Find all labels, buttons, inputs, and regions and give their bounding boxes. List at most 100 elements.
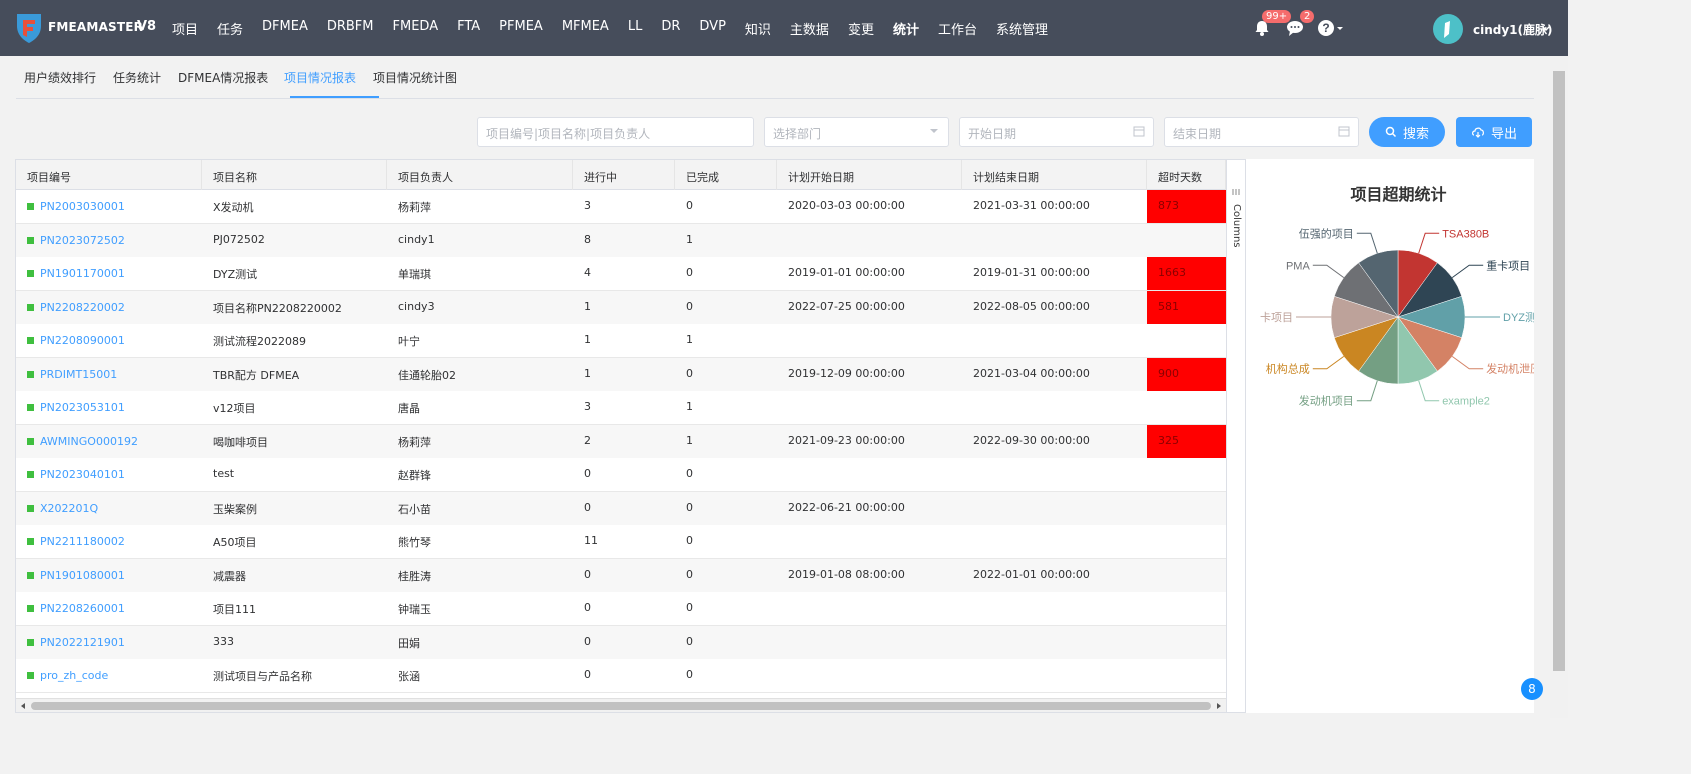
- nav-item[interactable]: 系统管理: [996, 19, 1048, 38]
- status-square-icon: [27, 270, 34, 277]
- column-header[interactable]: 项目名称: [202, 160, 387, 190]
- search-button[interactable]: 搜索: [1369, 117, 1445, 147]
- project-code-link[interactable]: PN2023040101: [16, 458, 202, 491]
- nav-item[interactable]: 任务: [217, 19, 243, 38]
- table-row[interactable]: PRDIMT15001 TBR配方 DFMEA 佳通轮胎02 1 0 2019-12-09…: [16, 357, 1226, 392]
- project-code-link[interactable]: PN2208090001: [16, 324, 202, 357]
- column-header[interactable]: 项目负责人: [387, 160, 573, 190]
- nav-item[interactable]: DR: [661, 19, 680, 38]
- chevron-down-icon[interactable]: [1335, 19, 1345, 37]
- columns-toggle-label[interactable]: Columns: [1231, 204, 1242, 248]
- department-select[interactable]: 选择部门: [764, 117, 949, 147]
- vertical-scrollbar[interactable]: [1550, 56, 1568, 718]
- tab-project-report[interactable]: 项目情况报表: [284, 69, 356, 86]
- tab-project-chart[interactable]: 项目情况统计图: [373, 69, 457, 86]
- project-code-link[interactable]: PN2023053101: [16, 391, 202, 424]
- scroll-right-icon[interactable]: [1215, 702, 1223, 710]
- pie-label-line: [1451, 264, 1484, 279]
- column-header[interactable]: 项目编号: [16, 160, 202, 190]
- nav-item[interactable]: 主数据: [790, 19, 829, 38]
- table-cell: 唐晶: [398, 402, 420, 415]
- status-square-icon: [27, 303, 34, 311]
- table-cell: 900: [1147, 357, 1226, 391]
- table-cell: 2022-09-30 00:00:00: [973, 433, 1090, 447]
- tab-dfmea-report[interactable]: DFMEA情况报表: [178, 69, 268, 86]
- nav-item[interactable]: FMEDA: [393, 19, 439, 38]
- status-square-icon: [27, 203, 34, 210]
- chat-icon[interactable]: [1286, 19, 1304, 37]
- table-row[interactable]: PN2003030001 X发动机 杨莉萍 3 0 2020-03-03 00:00:00…: [16, 190, 1226, 224]
- pie-label: TSA380B: [1442, 228, 1489, 240]
- column-header[interactable]: 进行中: [573, 160, 675, 190]
- table-row[interactable]: PN1901170001 DYZ测试 单瑞琪 4 0 2019-01-01 00:00:0…: [16, 257, 1226, 291]
- calendar-icon: [1338, 126, 1350, 137]
- end-date-picker[interactable]: 结束日期: [1164, 117, 1359, 147]
- column-header[interactable]: 计划结束日期: [962, 160, 1147, 190]
- column-header[interactable]: 计划开始日期: [777, 160, 962, 190]
- table-row[interactable]: PN2022121901 333 田娟 0 0: [16, 625, 1226, 660]
- project-code-link[interactable]: PN2208260001: [16, 592, 202, 625]
- project-code-link[interactable]: pro_zh_code: [16, 659, 202, 692]
- project-code-link[interactable]: PN1901170001: [16, 257, 202, 290]
- project-code-link[interactable]: PN2208220002: [16, 291, 202, 324]
- table-row[interactable]: PN1901080001 减震器 桂胜涛 0 0 2019-01-08 08:00:00 2…: [16, 558, 1226, 593]
- help-icon[interactable]: ?: [1317, 19, 1335, 37]
- table-cell: 测试项目与产品名称: [213, 670, 312, 683]
- table-cell: 测试流程2022089: [213, 335, 306, 348]
- project-code-link[interactable]: PN2023072502: [16, 224, 202, 257]
- nav-item[interactable]: DFMEA: [262, 19, 308, 38]
- tab-user-performance[interactable]: 用户绩效排行: [24, 69, 96, 86]
- table-row[interactable]: PN2208220002 项目名称PN2208220002 cindy3 1 0 2022…: [16, 290, 1226, 325]
- project-code-link[interactable]: PN1901080001: [16, 559, 202, 592]
- project-code-link[interactable]: PRDIMT15001: [16, 358, 202, 391]
- column-header[interactable]: 超时天数: [1147, 160, 1226, 190]
- table-cell: [962, 391, 1147, 424]
- pie-label: 卡项目: [1260, 311, 1293, 324]
- project-code-link[interactable]: X202201Q: [16, 492, 202, 525]
- nav-item[interactable]: MFMEA: [562, 19, 609, 38]
- nav-item[interactable]: DVP: [699, 19, 726, 38]
- column-header[interactable]: 已完成: [675, 160, 777, 190]
- nav-item[interactable]: 项目: [172, 19, 198, 38]
- table-row[interactable]: PN2211180002 A50项目 熊竹琴 11 0: [16, 525, 1226, 559]
- project-code-link[interactable]: PN2211180002: [16, 525, 202, 558]
- floating-count-badge[interactable]: 8: [1521, 678, 1543, 700]
- table-cell: [777, 458, 962, 491]
- nav-item[interactable]: 统计: [893, 19, 919, 38]
- start-date-picker[interactable]: 开始日期: [959, 117, 1154, 147]
- nav-item[interactable]: 知识: [745, 19, 771, 38]
- nav-item[interactable]: LL: [628, 19, 643, 38]
- project-code-link[interactable]: PN2003030001: [16, 190, 202, 223]
- scroll-left-icon[interactable]: [19, 702, 27, 710]
- keyword-search-input[interactable]: 项目编号|项目名称|项目负责人: [477, 117, 754, 147]
- table-row[interactable]: pro_zh_code 测试项目与产品名称 张涵 0 0: [16, 659, 1226, 693]
- table-row[interactable]: X202201Q 玉柴案例 石小苗 0 0 2022-06-21 00:00:00: [16, 491, 1226, 526]
- vertical-scroll-thumb[interactable]: [1553, 71, 1565, 671]
- nav-item[interactable]: 变更: [848, 19, 874, 38]
- project-code-link[interactable]: AWMINGO000192: [16, 425, 202, 458]
- user-avatar[interactable]: [1433, 14, 1463, 44]
- table-row[interactable]: AWMINGO000192 喝咖啡项目 杨莉萍 2 1 2021-09-23 00:00:…: [16, 424, 1226, 459]
- nav-item[interactable]: FTA: [457, 19, 480, 38]
- user-chevron-down-icon[interactable]: [1541, 24, 1551, 32]
- table-row[interactable]: PN2023053101 v12项目 唐晶 3 1: [16, 391, 1226, 425]
- table-cell: 1: [686, 232, 693, 246]
- fmeamaster-logo-icon: [17, 14, 41, 43]
- table-row[interactable]: PN2023072502 PJ072502 cindy1 8 1: [16, 223, 1226, 258]
- horizontal-scrollbar[interactable]: [16, 698, 1226, 712]
- table-row[interactable]: PN2208260001 项目111 钟瑞玉 0 0: [16, 592, 1226, 626]
- nav-item[interactable]: 工作台: [938, 19, 977, 38]
- nav-item[interactable]: PFMEA: [499, 19, 543, 38]
- table-cell: [777, 592, 962, 625]
- tab-task-stats[interactable]: 任务统计: [113, 69, 161, 86]
- table-cell: 0: [686, 567, 693, 581]
- table-cell: [1147, 324, 1226, 357]
- table-row[interactable]: PN2023040101 test 赵群锋 0 0: [16, 458, 1226, 492]
- horizontal-scroll-thumb[interactable]: [31, 702, 1211, 710]
- table-row[interactable]: PN2208090001 测试流程2022089 叶宁 1 1: [16, 324, 1226, 358]
- nav-item[interactable]: DRBFM: [327, 19, 374, 38]
- export-button[interactable]: 导出: [1456, 117, 1532, 147]
- table-cell: [1147, 592, 1226, 625]
- table-cell: 单瑞琪: [398, 268, 431, 281]
- project-code-link[interactable]: PN2022121901: [16, 626, 202, 659]
